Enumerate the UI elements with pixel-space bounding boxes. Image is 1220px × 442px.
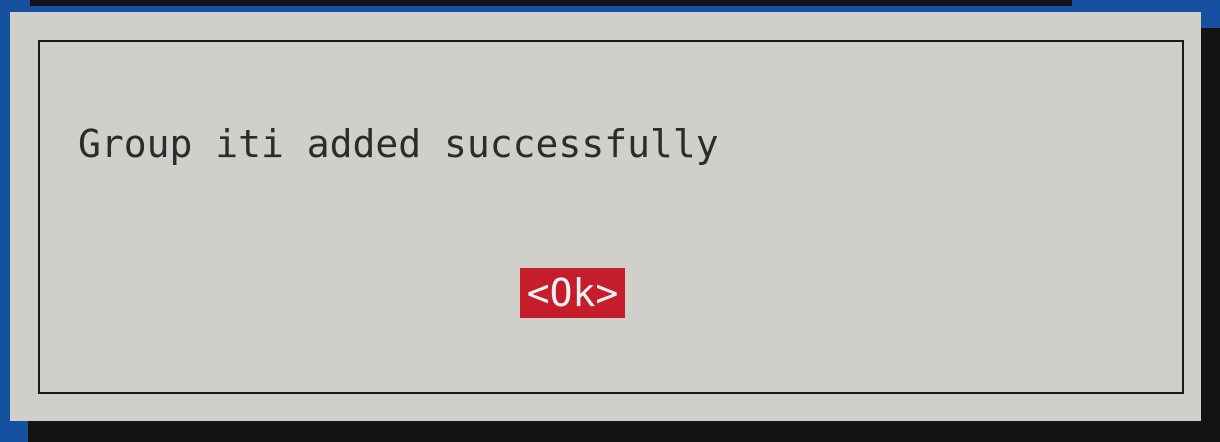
ok-button[interactable]: <Ok>	[520, 268, 625, 318]
dialog-frame	[38, 40, 1184, 394]
dialog-shadow-bottom	[28, 421, 1220, 442]
top-shadow-bar	[30, 0, 1072, 6]
success-message: Group iti added successfully	[78, 122, 719, 166]
dialog-shadow-right	[1201, 28, 1220, 442]
